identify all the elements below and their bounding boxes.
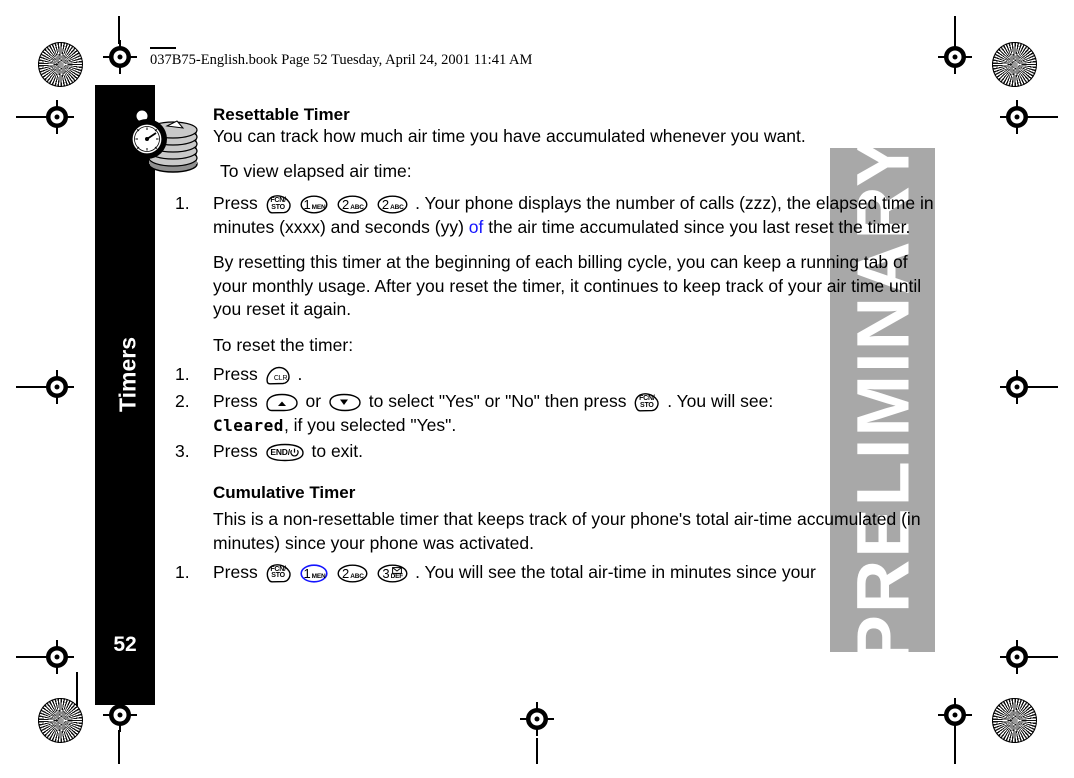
document-page: Timers 52 037B75-English.book Page 52 Tu… [0, 0, 1074, 778]
registration-crosshair-left-upper [40, 100, 74, 134]
registration-crosshair-right-middle [1000, 370, 1034, 404]
key-end-power[interactable]: END/ [265, 443, 305, 462]
phone-display-text: Cleared [213, 415, 284, 435]
registration-crosshair-left-middle [40, 370, 74, 404]
reset-timer-steps: 1. Press CLR . 2. Press or to select "Ye… [175, 363, 945, 464]
crop-line-bottom-center-v [536, 738, 538, 764]
step-number: 1. [175, 561, 190, 582]
resettable-intro: You can track how much air time you have… [213, 125, 806, 146]
registration-starburst-bottom-right [992, 698, 1037, 743]
step2-middle-1: or [305, 391, 326, 412]
registration-crosshair-top-right [938, 40, 972, 74]
key-3-def-mail[interactable]: 3 DEF [377, 564, 408, 583]
step2-middle-2: to select "Yes" or "No" then press [368, 391, 632, 412]
step3-after: to exit. [311, 441, 364, 462]
step2-after: . You will see: [667, 391, 774, 412]
registration-crosshair-right-lower [1000, 640, 1034, 674]
header-file-info: 037B75-English.book Page 52 Tuesday, Apr… [150, 52, 533, 68]
stopwatch-coins-icon [123, 107, 201, 178]
section-heading-resettable: Resettable Timer [213, 105, 350, 124]
step1-text-b: the air time accumulated since you last … [483, 216, 911, 237]
crop-line-left-upper-h [16, 116, 40, 118]
crop-line-top-left-v [118, 16, 120, 44]
registration-starburst-top-right [992, 42, 1037, 87]
key-fcn-sto[interactable]: FCN/ STO [633, 393, 660, 412]
press-label: Press [213, 193, 258, 214]
list-item: 3. Press END/ to exit. [175, 440, 945, 464]
list-item: 1. Press FCN/ STO [175, 561, 945, 585]
step-number: 2. [175, 391, 190, 412]
step-after-text: . [297, 364, 303, 385]
view-timer-steps: 1. Press FCN/ STO 1 MEN 2 ABC 2 ABC . Yo… [175, 192, 945, 239]
press-label: Press [213, 364, 258, 385]
key-clr[interactable]: CLR [265, 366, 291, 385]
registration-crosshair-top-left [103, 40, 137, 74]
step2-display-after: , if you selected "Yes". [283, 414, 457, 435]
crop-line-left-edge [76, 672, 78, 706]
key-fcn-sto[interactable]: FCN/ STO [265, 564, 292, 583]
registration-crosshair-bottom-center [520, 702, 554, 736]
press-label: Press [213, 391, 258, 412]
list-item: 1. Press FCN/ STO [175, 192, 945, 239]
step-number: 1. [175, 193, 190, 214]
registration-crosshair-right-upper [1000, 100, 1034, 134]
key-1-men[interactable]: 1 MEN [300, 195, 328, 214]
section-heading-cumulative: Cumulative Timer [213, 482, 356, 502]
chapter-title: Timers [114, 337, 141, 413]
crop-line-right-lower-h [1034, 656, 1058, 658]
page-number: 52 [113, 633, 137, 656]
list-item: 1. Press CLR . [175, 363, 945, 387]
press-label: Press [213, 441, 258, 462]
crop-line-right-mid-h [1034, 386, 1058, 388]
cumulative-step-after: . You will see the total air-time in min… [415, 561, 816, 582]
reset-lead-in: To reset the timer: [213, 335, 354, 356]
cumulative-steps: 1. Press FCN/ STO 1 MEN 2 ABC 3 DEF . Yo… [175, 561, 945, 585]
press-label: Press [213, 561, 258, 582]
key-2-abc[interactable]: 2 ABC [337, 564, 368, 583]
cumulative-body: This is a non-resettable timer that keep… [213, 509, 921, 553]
key-1-men-edited[interactable]: 1 MEN [300, 564, 329, 583]
key-down-arrow[interactable] [328, 393, 362, 412]
key-fcn-sto[interactable]: FCN/ STO [265, 195, 292, 214]
header-rule [150, 47, 176, 49]
step-number: 1. [175, 364, 190, 385]
registration-starburst-top-left [38, 42, 83, 87]
registration-crosshair-bottom-right [938, 698, 972, 732]
crop-line-left-lower-h [16, 656, 40, 658]
tracked-edit-of: of [468, 216, 484, 237]
list-item: 2. Press or to select "Yes" or "No" then… [175, 390, 945, 437]
step2-display-line: Cleared, if you selected "Yes". [213, 414, 945, 438]
page-content: Resettable Timer You can track how much … [127, 105, 945, 585]
crop-line-bottom-left-v [118, 730, 120, 764]
step-number: 3. [175, 441, 190, 462]
key-2-abc[interactable]: 2 ABC [337, 195, 368, 214]
crop-line-bottom-right-v [954, 730, 956, 764]
key-2-abc[interactable]: 2 ABC [377, 195, 408, 214]
crop-line-right-upper-h [1034, 116, 1058, 118]
crop-line-left-mid-h [16, 386, 40, 388]
registration-crosshair-left-lower [40, 640, 74, 674]
resettable-paragraph: By resetting this timer at the beginning… [213, 252, 922, 319]
resettable-lead-in: To view elapsed air time: [220, 160, 412, 181]
crop-line-top-right-v [954, 16, 956, 44]
key-up-arrow[interactable] [265, 393, 299, 412]
